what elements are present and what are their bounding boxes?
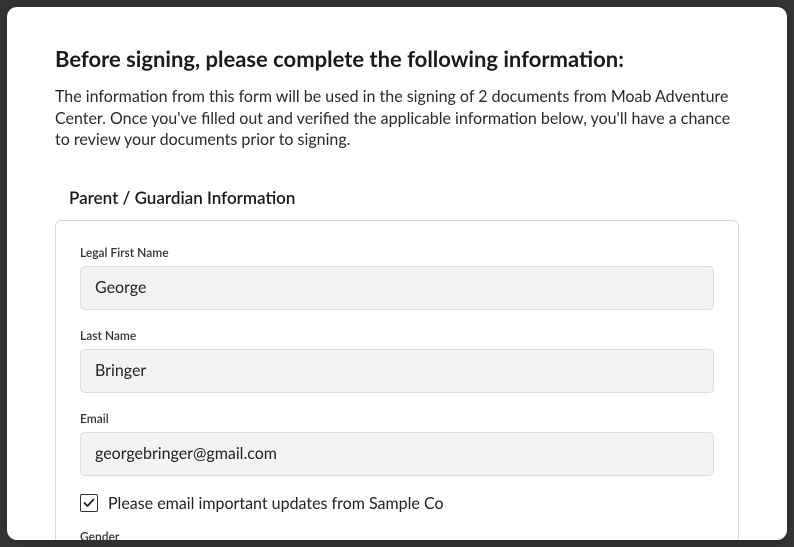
updates-checkbox-label: Please email important updates from Samp…: [108, 494, 444, 513]
last-name-label: Last Name: [80, 328, 714, 343]
gender-label: Gender: [80, 529, 714, 540]
first-name-label: Legal First Name: [80, 245, 714, 260]
email-field-group: Email: [80, 411, 714, 476]
email-input[interactable]: [80, 432, 714, 476]
first-name-input[interactable]: [80, 266, 714, 310]
page-description: The information from this form will be u…: [55, 86, 739, 151]
check-icon: [83, 497, 95, 509]
last-name-input[interactable]: [80, 349, 714, 393]
updates-checkbox-row: Please email important updates from Samp…: [80, 494, 714, 513]
form-page: Before signing, please complete the foll…: [7, 7, 787, 540]
form-card: Legal First Name Last Name Email Please …: [55, 220, 739, 540]
section-title: Parent / Guardian Information: [69, 187, 739, 208]
email-label: Email: [80, 411, 714, 426]
first-name-field-group: Legal First Name: [80, 245, 714, 310]
last-name-field-group: Last Name: [80, 328, 714, 393]
updates-checkbox[interactable]: [80, 494, 98, 512]
page-title: Before signing, please complete the foll…: [55, 45, 739, 72]
gender-field-group: Gender Male ▼: [80, 529, 714, 540]
